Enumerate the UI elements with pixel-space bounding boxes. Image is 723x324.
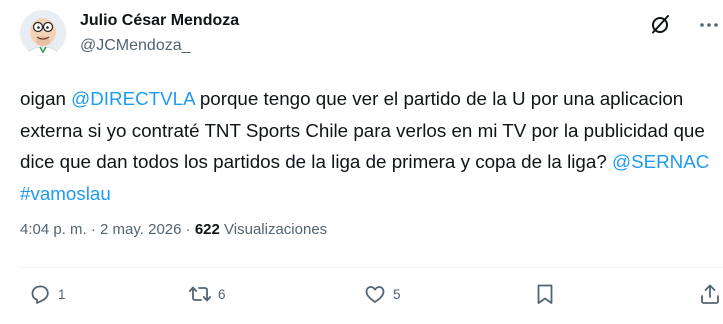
tweet-text: oigan @DIRECTVLA porque tengo que ver el… [20, 83, 720, 209]
retweet-count: 6 [218, 286, 226, 302]
tweet-time[interactable]: 4:04 p. m. [20, 221, 87, 238]
share-icon [701, 284, 719, 304]
divider [20, 267, 723, 268]
avatar[interactable] [20, 10, 66, 56]
bookmark-icon [537, 284, 553, 304]
hashtag-link-vamoslau[interactable]: #vamoslau [20, 183, 111, 204]
mention-link-sernac[interactable]: @SERNAC [612, 151, 709, 172]
more-icon[interactable] [698, 14, 720, 36]
grok-icon[interactable] [648, 12, 672, 36]
views-count: 622 [194, 221, 220, 238]
tweet-text-segment: oigan [20, 88, 72, 109]
meta-separator: · [185, 221, 191, 238]
mention-link-directvla[interactable]: @DIRECTVLA [71, 88, 194, 109]
tweet-meta: 4:04 p. m. · 2 may. 2026 · 622 Visualiza… [20, 221, 327, 238]
author-handle[interactable]: @JCMendoza_ [80, 37, 191, 55]
reply-count: 1 [58, 286, 66, 302]
like-button[interactable]: 5 [363, 281, 401, 307]
bookmark-button[interactable] [533, 281, 557, 307]
retweet-button[interactable]: 6 [188, 281, 226, 307]
avatar-image [20, 10, 66, 56]
tweet-card: Julio César Mendoza @JCMendoza_ oigan @D… [0, 0, 723, 324]
author-name[interactable]: Julio César Mendoza [80, 12, 239, 30]
share-button[interactable] [698, 281, 722, 307]
tweet-date[interactable]: 2 may. 2026 [100, 221, 181, 238]
like-icon [365, 286, 385, 303]
meta-separator: · [90, 221, 96, 238]
reply-icon [31, 285, 49, 304]
reply-button[interactable]: 1 [28, 281, 66, 307]
like-count: 5 [393, 286, 401, 302]
views-label: Visualizaciones [224, 221, 328, 238]
retweet-icon [188, 286, 212, 302]
